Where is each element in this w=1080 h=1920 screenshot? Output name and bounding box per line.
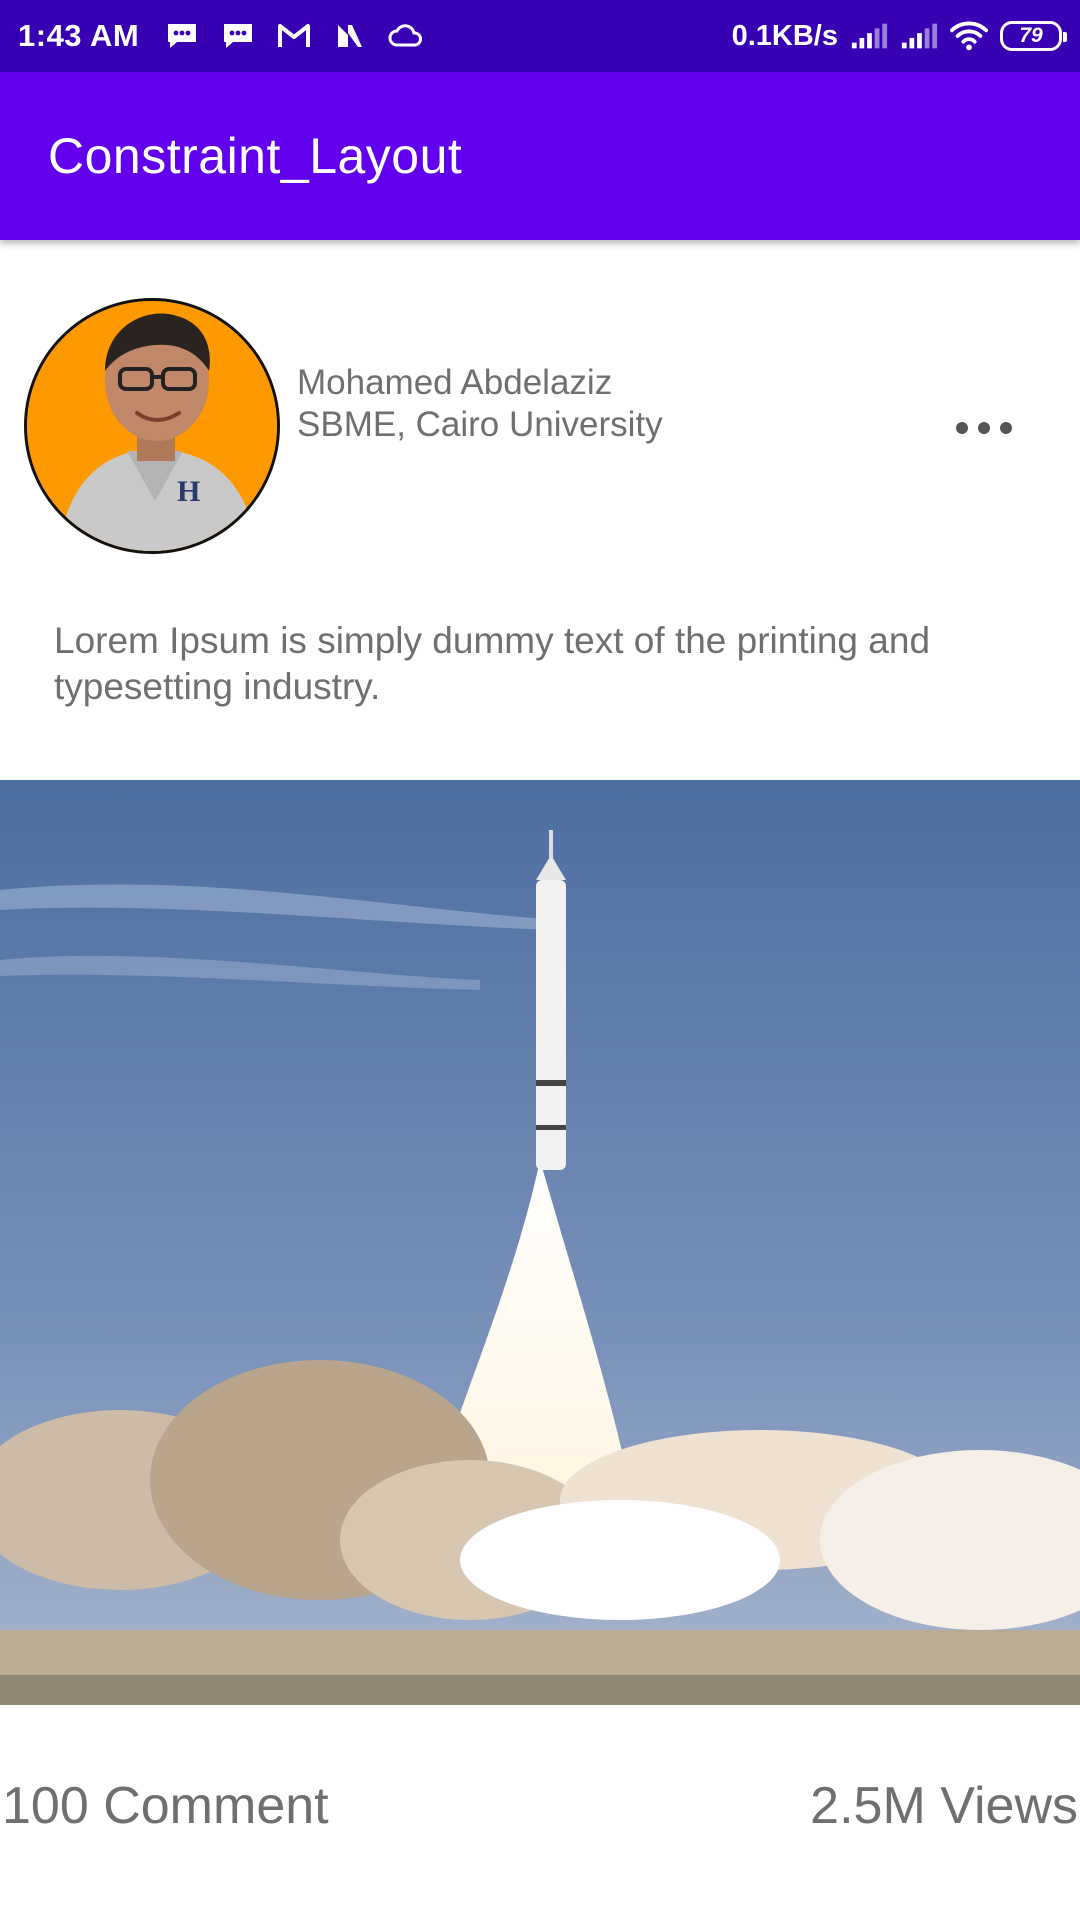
author-info: Mohamed Abdelaziz SBME, Cairo University bbox=[297, 362, 663, 446]
more-horizontal-icon bbox=[956, 422, 968, 434]
net-speed: 0.1KB/s bbox=[731, 19, 838, 52]
avatar[interactable]: H bbox=[24, 298, 280, 554]
status-time: 1:43 AM bbox=[18, 18, 140, 53]
more-dot bbox=[978, 422, 990, 434]
svg-text:H: H bbox=[177, 475, 200, 508]
n-icon bbox=[331, 19, 369, 53]
cloud-icon bbox=[387, 19, 425, 53]
more-options-button[interactable] bbox=[950, 408, 1018, 448]
message-icon bbox=[219, 19, 257, 53]
more-dot bbox=[1000, 422, 1012, 434]
status-right: 0.1KB/s 79 bbox=[731, 19, 1067, 53]
app-title: Constraint_Layout bbox=[48, 128, 463, 184]
author-name: Mohamed Abdelaziz bbox=[297, 363, 613, 402]
post-image[interactable] bbox=[0, 780, 1080, 1705]
rocket-launch-image bbox=[0, 780, 1080, 1705]
status-left: 1:43 AM bbox=[18, 18, 425, 54]
status-bar: 1:43 AM 0.1KB/s 79 bbox=[0, 0, 1080, 72]
app-bar: Constraint_Layout bbox=[0, 72, 1080, 240]
avatar-portrait-image: H bbox=[27, 301, 277, 551]
author-affiliation: SBME, Cairo University bbox=[297, 405, 663, 444]
view-count: 2.5M Views bbox=[810, 1777, 1078, 1835]
gmail-icon bbox=[275, 19, 313, 53]
message-icon bbox=[163, 19, 201, 53]
post-text: Lorem Ipsum is simply dummy text of the … bbox=[54, 620, 931, 707]
battery-icon: 79 bbox=[1000, 21, 1067, 51]
comment-count[interactable]: 100 Comment bbox=[2, 1776, 329, 1836]
signal-icon bbox=[900, 19, 938, 53]
signal-icon bbox=[850, 19, 888, 53]
wifi-icon bbox=[950, 19, 988, 53]
